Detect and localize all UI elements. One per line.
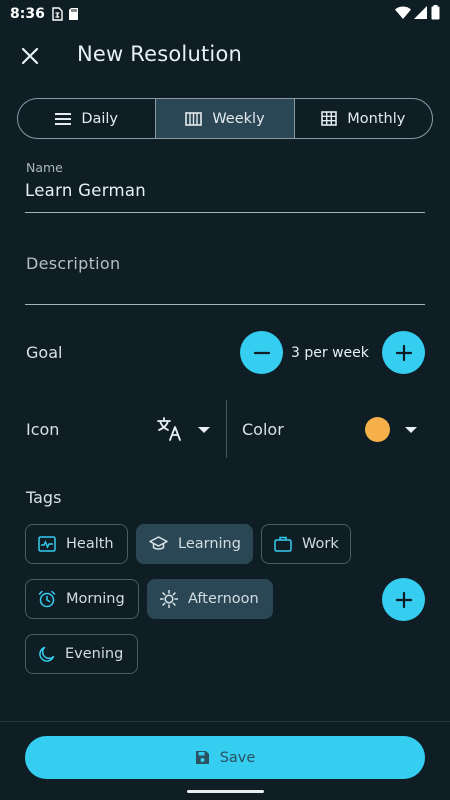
description-field[interactable]: Description: [26, 254, 120, 273]
week-columns-icon: [185, 111, 203, 126]
list-icon: [55, 112, 72, 125]
sim-icon: [51, 7, 63, 21]
name-field-label: Name: [26, 160, 63, 175]
save-button[interactable]: Save: [25, 736, 425, 779]
color-picker-dropdown-icon[interactable]: [405, 427, 417, 433]
alarm-clock-icon: [38, 590, 56, 608]
goal-decrement-button[interactable]: [240, 331, 283, 374]
briefcase-icon: [274, 536, 292, 552]
frequency-weekly-button[interactable]: Weekly: [156, 99, 295, 138]
close-button[interactable]: [18, 44, 42, 68]
sun-icon: [160, 590, 178, 608]
color-picker-label: Color: [242, 420, 284, 439]
home-indicator: [187, 790, 264, 793]
app-bar: New Resolution: [0, 36, 450, 76]
save-icon: [195, 751, 209, 764]
icon-picker-label: Icon: [26, 420, 60, 439]
icon-color-divider: [226, 400, 227, 458]
status-bar: 8:36: [0, 0, 450, 28]
tag-chip-evening[interactable]: Evening: [25, 634, 138, 674]
translate-icon: [157, 417, 181, 441]
close-icon: [21, 47, 39, 65]
frequency-daily-button[interactable]: Daily: [18, 99, 157, 138]
tag-chip-afternoon[interactable]: Afternoon: [147, 579, 273, 619]
tags-label: Tags: [26, 488, 62, 507]
frequency-monthly-button[interactable]: Monthly: [295, 99, 432, 138]
tag-chip-health[interactable]: Health: [25, 524, 128, 564]
goal-increment-button[interactable]: [382, 331, 425, 374]
plus-icon: [395, 591, 412, 608]
tag-label-health: Health: [66, 536, 114, 552]
tag-chip-learning[interactable]: Learning: [136, 524, 253, 564]
tag-label-afternoon: Afternoon: [188, 591, 259, 607]
graduation-cap-icon: [149, 536, 168, 550]
status-time: 8:36: [10, 6, 45, 22]
selected-color-swatch[interactable]: [365, 417, 390, 442]
grid-icon: [321, 111, 338, 126]
tag-label-evening: Evening: [65, 646, 124, 662]
frequency-weekly-label: Weekly: [212, 110, 265, 127]
bottom-divider: [0, 721, 450, 722]
frequency-monthly-label: Monthly: [347, 110, 406, 127]
signal-icon: [414, 5, 428, 23]
tag-label-morning: Morning: [66, 591, 125, 607]
tag-chip-morning[interactable]: Morning: [25, 579, 139, 619]
description-field-underline: [25, 304, 425, 305]
minus-icon: [253, 351, 270, 354]
tag-label-work: Work: [302, 536, 339, 552]
wifi-icon: [395, 6, 411, 23]
add-tag-button[interactable]: [382, 578, 425, 621]
icon-picker-dropdown-icon[interactable]: [198, 427, 210, 433]
icon-picker-button[interactable]: [157, 417, 183, 445]
frequency-daily-label: Daily: [81, 110, 119, 127]
name-field[interactable]: Learn German: [25, 181, 146, 200]
plus-icon: [395, 344, 412, 361]
goal-label: Goal: [26, 343, 63, 362]
save-button-label: Save: [219, 749, 256, 766]
battery-icon: [431, 4, 440, 24]
moon-icon: [39, 646, 55, 662]
tag-label-learning: Learning: [178, 536, 241, 552]
name-field-underline: [25, 212, 425, 213]
frequency-selector: Daily Weekly Monthly: [17, 98, 433, 139]
health-monitor-icon: [38, 536, 56, 552]
page-title: New Resolution: [77, 42, 243, 66]
goal-value: 3 per week: [291, 345, 369, 361]
tag-chip-work[interactable]: Work: [261, 524, 351, 564]
sd-card-icon: [68, 7, 79, 21]
